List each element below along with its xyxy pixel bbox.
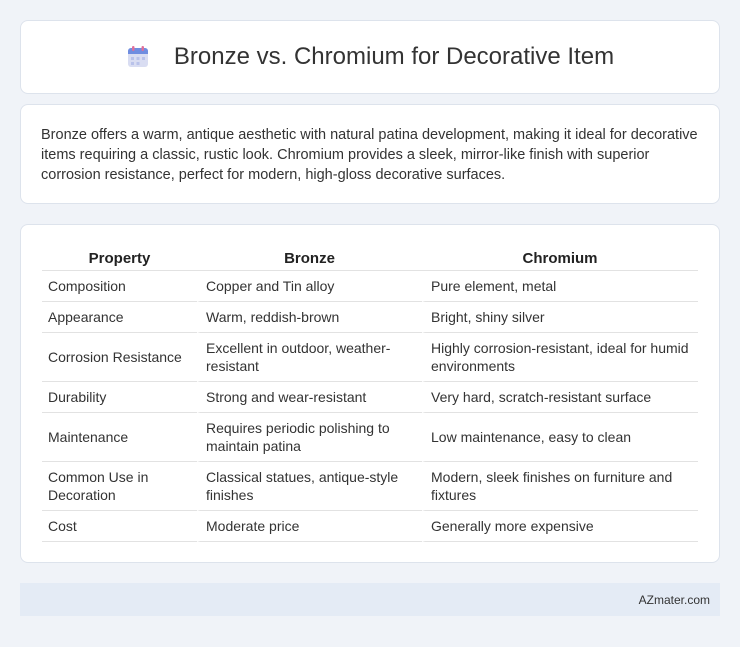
property-cell: Appearance: [42, 302, 197, 333]
column-header-bronze: Bronze: [197, 247, 422, 271]
title-card: Bronze vs. Chromium for Decorative Item: [20, 20, 720, 94]
property-cell: Cost: [42, 511, 197, 542]
property-cell: Corrosion Resistance: [42, 333, 197, 382]
bronze-cell: Classical statues, antique-style finishe…: [197, 462, 422, 511]
comparison-card: Property Bronze Chromium Composition Cop…: [20, 224, 720, 563]
property-cell: Durability: [42, 382, 197, 413]
bronze-cell: Requires periodic polishing to maintain …: [197, 413, 422, 462]
bronze-cell: Copper and Tin alloy: [197, 271, 422, 302]
table-row: Appearance Warm, reddish-brown Bright, s…: [42, 302, 698, 333]
chromium-cell: Pure element, metal: [422, 271, 698, 302]
table-row: Common Use in Decoration Classical statu…: [42, 462, 698, 511]
table-row: Durability Strong and wear-resistant Ver…: [42, 382, 698, 413]
page-title: Bronze vs. Chromium for Decorative Item: [173, 43, 615, 70]
chromium-cell: Very hard, scratch-resistant surface: [422, 382, 698, 413]
chromium-cell: Low maintenance, easy to clean: [422, 413, 698, 462]
property-cell: Common Use in Decoration: [42, 462, 197, 511]
table-row: Composition Copper and Tin alloy Pure el…: [42, 271, 698, 302]
footer-site-label: AZmater.com: [638, 592, 710, 607]
bronze-cell: Moderate price: [197, 511, 422, 542]
column-header-property: Property: [42, 247, 197, 271]
calendar-icon: [126, 45, 150, 69]
chromium-cell: Modern, sleek finishes on furniture and …: [422, 462, 698, 511]
bronze-cell: Strong and wear-resistant: [197, 382, 422, 413]
column-header-chromium: Chromium: [422, 247, 698, 271]
table-row: Cost Moderate price Generally more expen…: [42, 511, 698, 542]
chromium-cell: Bright, shiny silver: [422, 302, 698, 333]
table-row: Maintenance Requires periodic polishing …: [42, 413, 698, 462]
property-cell: Maintenance: [42, 413, 197, 462]
bronze-cell: Warm, reddish-brown: [197, 302, 422, 333]
comparison-table: Property Bronze Chromium Composition Cop…: [42, 247, 698, 542]
table-header-row: Property Bronze Chromium: [42, 247, 698, 271]
summary-text: Bronze offers a warm, antique aesthetic …: [41, 127, 698, 183]
bronze-cell: Excellent in outdoor, weather-resistant: [197, 333, 422, 382]
chromium-cell: Generally more expensive: [422, 511, 698, 542]
summary-card: Bronze offers a warm, antique aesthetic …: [20, 104, 720, 204]
table-row: Corrosion Resistance Excellent in outdoo…: [42, 333, 698, 382]
chromium-cell: Highly corrosion-resistant, ideal for hu…: [422, 333, 698, 382]
property-cell: Composition: [42, 271, 197, 302]
footer-bar: AZmater.com: [20, 583, 720, 616]
